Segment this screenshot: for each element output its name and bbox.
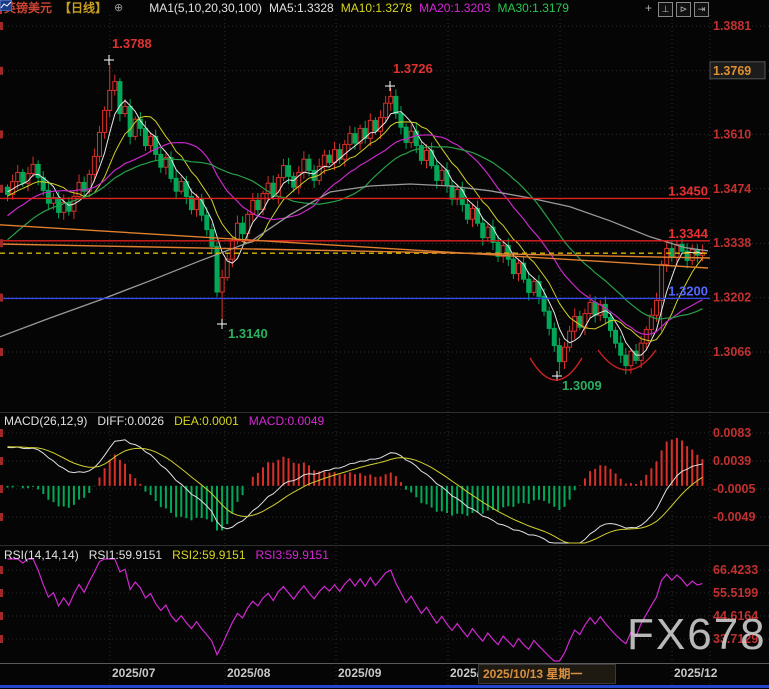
axis-label: 0.0083 [713, 426, 751, 440]
axis-label: 1.3066 [713, 345, 751, 359]
chart-toolbar: + ⊥ ⊳ ⇥ [642, 2, 709, 17]
axis-label: 1.3202 [713, 291, 751, 305]
macd-value: MACD:0.0049 [249, 414, 324, 428]
axis-label: 1.3610 [713, 127, 751, 141]
axis-label: -0.0005 [713, 482, 755, 496]
macd-header: MACD(26,12,9) DIFF:0.0026 DEA:0.0001 MAC… [4, 414, 324, 428]
ma30-value: MA30:1.3179 [498, 1, 569, 15]
month-label: 2025/07 [112, 666, 155, 680]
month-label: 2025/12 [674, 666, 717, 680]
axis-label: 1.3474 [713, 182, 751, 196]
axis-label: -0.0049 [713, 510, 755, 524]
period-label: 【日线】 [59, 0, 107, 16]
shift-right-icon[interactable]: ⇥ [694, 2, 709, 17]
add-indicator-icon[interactable]: ⊕ [114, 1, 123, 14]
ma5-value: MA5:1.3328 [269, 1, 334, 15]
macd-diff-value: DIFF:0.0026 [97, 414, 164, 428]
ma20-value: MA20:1.3203 [419, 1, 490, 15]
rsi-header: RSI(14,14,14) RSI1:59.9151 RSI2:59.9151 … [4, 548, 329, 562]
axis-label: 55.5199 [713, 586, 758, 600]
rsi3-value: RSI3:59.9151 [256, 548, 329, 562]
macd-dea-value: DEA:0.0001 [174, 414, 239, 428]
rsi2-value: RSI2:59.9151 [172, 548, 245, 562]
bottom-blue-bar [0, 685, 769, 688]
rsi-settings-label: RSI(14,14,14) [4, 548, 79, 562]
macd-area[interactable] [0, 420, 710, 545]
macd-divider [0, 412, 769, 413]
fx678-watermark: FX678 [627, 610, 767, 660]
month-label: 2025/08 [227, 666, 270, 680]
main-chart-area[interactable] [0, 15, 710, 411]
date-axis: 1 2025/10/13 星期一 2025/072025/082025/0920… [0, 664, 769, 684]
chart-type-icon[interactable] [130, 2, 142, 13]
rsi1-value: RSI1:59.9151 [89, 548, 162, 562]
axis-label: 1.3881 [713, 19, 751, 33]
axis-label: 1.3338 [713, 236, 751, 250]
macd-settings-label: MACD(26,12,9) [4, 414, 87, 428]
ma-settings-label: MA1(5,10,20,30,100) [149, 1, 262, 15]
rsi-area[interactable] [0, 558, 710, 662]
rsi-divider [0, 545, 769, 546]
axis-label: 1.3769 [713, 64, 751, 78]
pan-icon[interactable]: + [642, 2, 655, 15]
trading-chart-window: 英镑美元 【日线】 ⊕ MA1(5,10,20,30,100) MA5:1.33… [0, 0, 769, 689]
month-label: 2025/09 [338, 666, 381, 680]
crosshair-date-box: 2025/10/13 星期一 [478, 664, 616, 684]
ma10-value: MA10:1.3278 [341, 1, 412, 15]
scale-x-axis-icon[interactable]: ⊳ [676, 2, 691, 17]
axis-label: 0.0039 [713, 454, 751, 468]
scale-y-axis-icon[interactable]: ⊥ [658, 2, 673, 17]
axis-label: 66.4233 [713, 563, 758, 577]
